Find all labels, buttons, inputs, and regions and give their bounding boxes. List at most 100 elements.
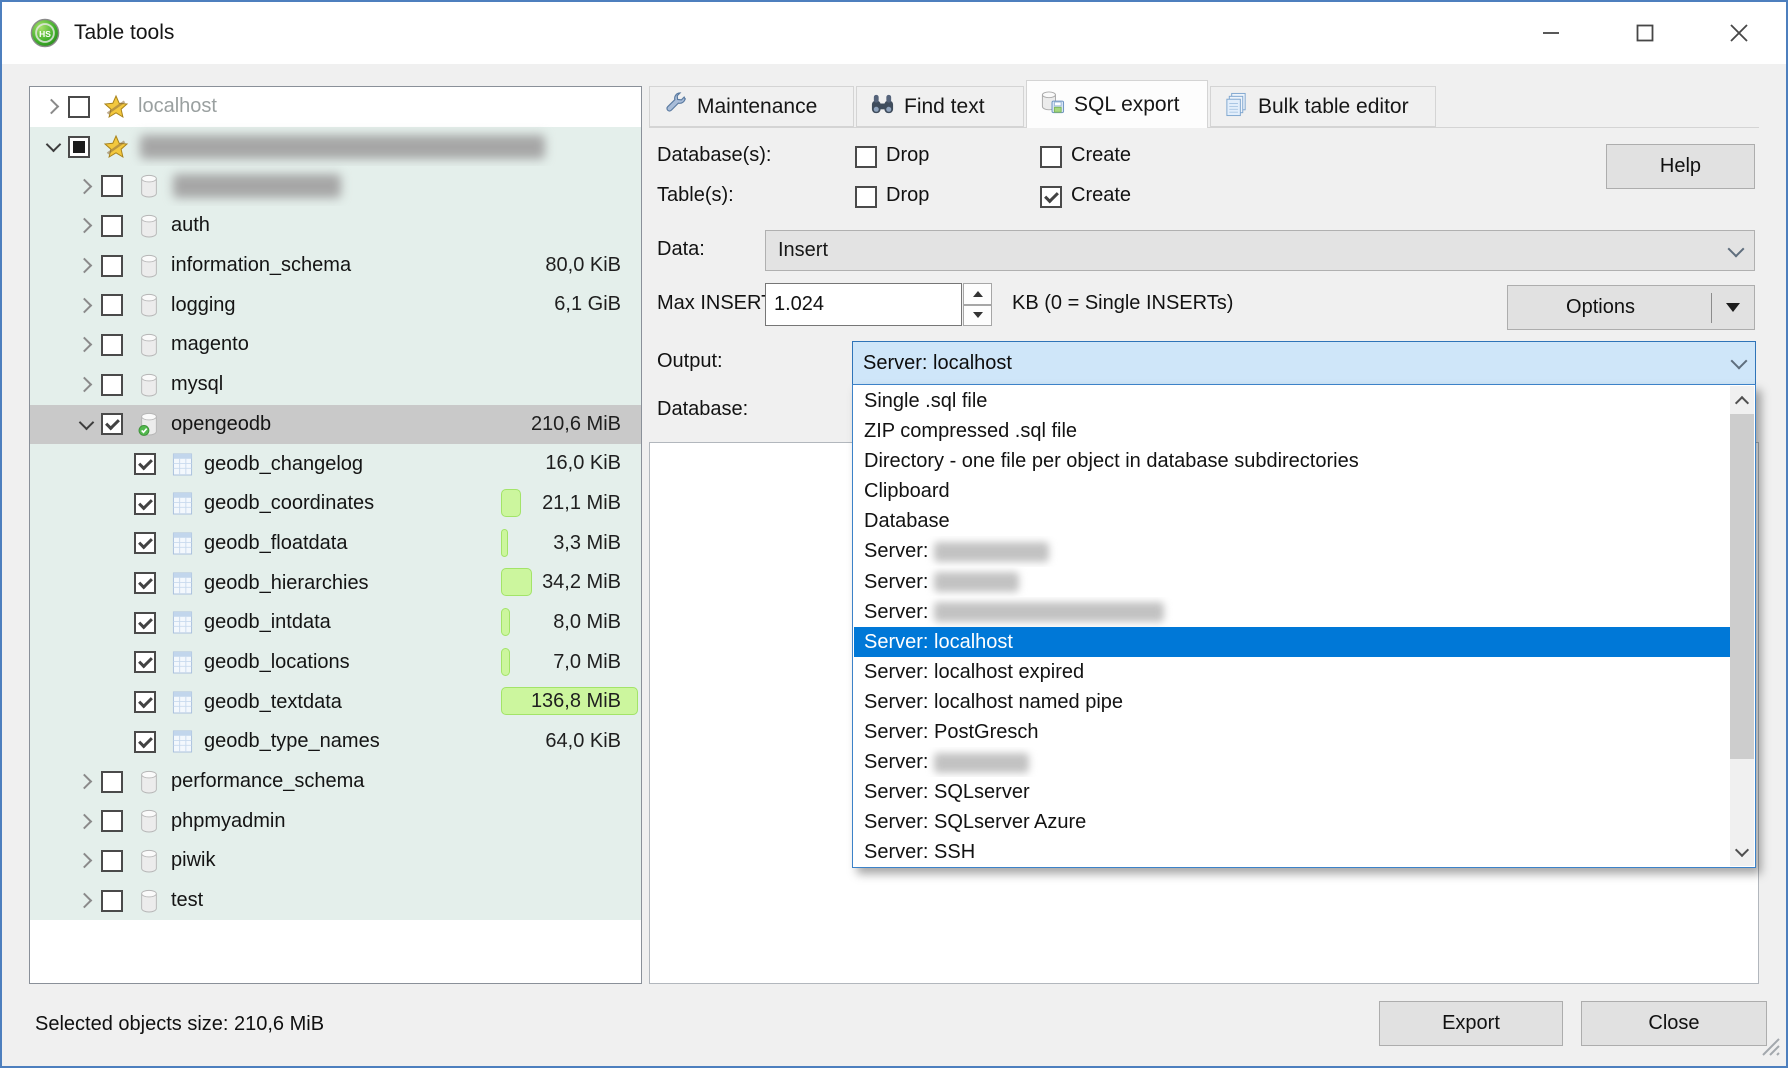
dropdown-item-clipboard[interactable]: Clipboard xyxy=(854,476,1730,506)
tab-sql-export[interactable]: SQL export xyxy=(1026,80,1208,128)
expand-icon[interactable] xyxy=(71,251,101,281)
dropdown-item-single-sql-file[interactable]: Single .sql file xyxy=(854,386,1730,416)
tree-row-localhost[interactable]: localhost xyxy=(30,87,641,127)
expander-spacer xyxy=(104,647,134,677)
tree-checkbox-checked[interactable] xyxy=(101,413,123,435)
dropdown-item-server-redacted[interactable]: Server: xyxy=(854,567,1730,597)
tree-checkbox-checked[interactable] xyxy=(134,731,156,753)
tree-checkbox-checked[interactable] xyxy=(134,493,156,515)
tree-checkbox-unchecked[interactable] xyxy=(101,771,123,793)
expand-icon[interactable] xyxy=(71,370,101,400)
tables-create-checkbox[interactable] xyxy=(1040,186,1062,208)
tree-checkbox-unchecked[interactable] xyxy=(101,810,123,832)
tree-row-auth[interactable]: auth xyxy=(30,206,641,246)
dropdown-item-server-sqlserver[interactable]: Server: SQLserver xyxy=(854,777,1730,807)
tree-checkbox-unchecked[interactable] xyxy=(101,215,123,237)
tree-row-geodb_hierarchies[interactable]: geodb_hierarchies34,2 MiB xyxy=(30,563,641,603)
resize-grip[interactable] xyxy=(1757,1033,1781,1062)
expand-icon[interactable] xyxy=(71,290,101,320)
tab-bulk-table-editor[interactable]: Bulk table editor xyxy=(1210,86,1436,127)
expand-icon[interactable] xyxy=(71,886,101,916)
collapse-icon[interactable] xyxy=(71,409,101,439)
tree-checkbox-unchecked[interactable] xyxy=(101,175,123,197)
dropdown-scrollbar[interactable] xyxy=(1730,386,1754,866)
tree-checkbox-checked[interactable] xyxy=(134,453,156,475)
help-button[interactable]: Help xyxy=(1606,144,1755,189)
dropdown-item-server-ssh[interactable]: Server: SSH xyxy=(854,837,1730,866)
dropdown-item-server-localhost-expired[interactable]: Server: localhost expired xyxy=(854,657,1730,687)
expand-icon[interactable] xyxy=(71,767,101,797)
options-button[interactable]: Options xyxy=(1507,285,1755,330)
minimize-button[interactable] xyxy=(1504,2,1598,64)
expand-icon[interactable] xyxy=(71,806,101,836)
tree-row-phpmyadmin[interactable]: phpmyadmin xyxy=(30,801,641,841)
collapse-icon[interactable] xyxy=(38,132,68,162)
databases-drop-checkbox[interactable] xyxy=(855,146,877,168)
expand-icon[interactable] xyxy=(71,330,101,360)
tree-row-mysql[interactable]: mysql xyxy=(30,365,641,405)
scrollbar-thumb[interactable] xyxy=(1730,414,1754,759)
tree-row-logging[interactable]: logging6,1 GiB xyxy=(30,285,641,325)
dropdown-item-directory-one-file-per-object-in-database-subdirectories[interactable]: Directory - one file per object in datab… xyxy=(854,446,1730,476)
tree-row-piwik[interactable]: piwik xyxy=(30,841,641,881)
title-bar[interactable]: HS Table tools xyxy=(2,2,1786,64)
tree-checkbox-unchecked[interactable] xyxy=(101,374,123,396)
tree-checkbox-indeterminate[interactable] xyxy=(68,136,90,158)
expand-icon[interactable] xyxy=(71,846,101,876)
tree-row-test[interactable]: test xyxy=(30,881,641,921)
tree-checkbox-checked[interactable] xyxy=(134,691,156,713)
dropdown-item-server-redacted[interactable]: Server: xyxy=(854,536,1730,566)
tree-checkbox-unchecked[interactable] xyxy=(101,334,123,356)
tree-row-opengeodb[interactable]: opengeodb210,6 MiB xyxy=(30,405,641,445)
tree-row-geodb_coordinates[interactable]: geodb_coordinates21,1 MiB xyxy=(30,484,641,524)
window-controls xyxy=(1504,2,1786,64)
tree-checkbox-unchecked[interactable] xyxy=(68,96,90,118)
tree-row-geodb_floatdata[interactable]: geodb_floatdata3,3 MiB xyxy=(30,524,641,564)
dropdown-item-server-redacted[interactable]: Server: xyxy=(854,747,1730,777)
expand-icon[interactable] xyxy=(71,171,101,201)
dropdown-item-server-sqlserver-azure[interactable]: Server: SQLserver Azure xyxy=(854,807,1730,837)
maximize-button[interactable] xyxy=(1598,2,1692,64)
tree-row-geodb_changelog[interactable]: geodb_changelog16,0 KiB xyxy=(30,444,641,484)
output-select[interactable]: Server: localhost xyxy=(852,341,1756,385)
dropdown-item-server-redacted[interactable]: Server: xyxy=(854,597,1730,627)
stepper-down-button[interactable] xyxy=(963,305,992,327)
scrollbar-down-button[interactable] xyxy=(1730,838,1754,866)
dropdown-item-server-localhost[interactable]: Server: localhost xyxy=(854,627,1730,657)
tree-checkbox-checked[interactable] xyxy=(134,532,156,554)
tree-row-magento[interactable]: magento xyxy=(30,325,641,365)
max-insert-input[interactable] xyxy=(765,283,962,326)
table-icon xyxy=(164,690,200,715)
dropdown-item-server-postgresch[interactable]: Server: PostGresch xyxy=(854,717,1730,747)
tree-checkbox-checked[interactable] xyxy=(134,612,156,634)
tree-checkbox-unchecked[interactable] xyxy=(101,255,123,277)
scrollbar-up-button[interactable] xyxy=(1730,386,1754,414)
tree-checkbox-unchecked[interactable] xyxy=(101,890,123,912)
tree-checkbox-unchecked[interactable] xyxy=(101,294,123,316)
tree-checkbox-checked[interactable] xyxy=(134,572,156,594)
expand-icon[interactable] xyxy=(38,92,68,122)
tree-row-redacted[interactable] xyxy=(30,166,641,206)
tree-row-information_schema[interactable]: information_schema80,0 KiB xyxy=(30,246,641,286)
databases-create-checkbox[interactable] xyxy=(1040,146,1062,168)
tree-row-geodb_intdata[interactable]: geodb_intdata8,0 MiB xyxy=(30,603,641,643)
tree-checkbox-unchecked[interactable] xyxy=(101,850,123,872)
tree-row-geodb_type_names[interactable]: geodb_type_names64,0 KiB xyxy=(30,722,641,762)
tree-row-geodb_locations[interactable]: geodb_locations7,0 MiB xyxy=(30,643,641,683)
expand-icon[interactable] xyxy=(71,211,101,241)
tab-find-text[interactable]: Find text xyxy=(856,86,1024,127)
dropdown-item-database[interactable]: Database xyxy=(854,506,1730,536)
stepper-up-button[interactable] xyxy=(963,283,992,305)
tree-row-geodb_textdata[interactable]: geodb_textdata136,8 MiB xyxy=(30,682,641,722)
dropdown-item-zip-compressed-sql-file[interactable]: ZIP compressed .sql file xyxy=(854,416,1730,446)
data-mode-select[interactable]: Insert xyxy=(765,230,1755,271)
export-button[interactable]: Export xyxy=(1379,1001,1563,1046)
tree-checkbox-checked[interactable] xyxy=(134,651,156,673)
tree-row-performance_schema[interactable]: performance_schema xyxy=(30,762,641,802)
tree-row-redacted[interactable] xyxy=(30,127,641,167)
close-dialog-button[interactable]: Close xyxy=(1581,1001,1767,1046)
dropdown-item-server-localhost-named-pipe[interactable]: Server: localhost named pipe xyxy=(854,687,1730,717)
tables-drop-checkbox[interactable] xyxy=(855,186,877,208)
tab-maintenance[interactable]: Maintenance xyxy=(649,86,854,127)
close-button[interactable] xyxy=(1692,2,1786,64)
